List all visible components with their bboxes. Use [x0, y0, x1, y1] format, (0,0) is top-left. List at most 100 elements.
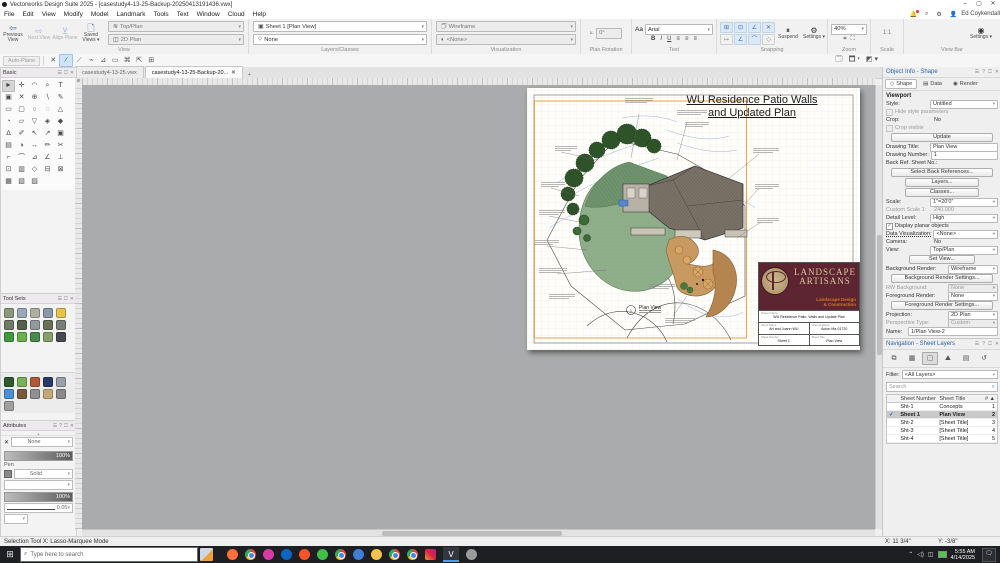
menu-item-edit[interactable]: Edit — [18, 11, 37, 18]
taskbar-icon-chrome-3[interactable] — [407, 549, 418, 560]
basic-tool-icon-27[interactable]: ↔ — [28, 140, 41, 152]
drawing-number-input[interactable]: 1 — [931, 151, 998, 160]
fit-page-icon[interactable]: ⛶ — [851, 36, 855, 43]
view-dropdown[interactable]: Top/Plan▾ — [930, 246, 998, 255]
basic-tool-icon-8[interactable]: ∖ — [41, 92, 54, 104]
select-back-references-button[interactable]: Select Back References... — [891, 168, 993, 177]
object-info-header[interactable]: Object Info - Shape ☰?⏍✕ — [883, 67, 1000, 78]
active-class-dropdown[interactable]: ⬦None▾ — [253, 34, 427, 45]
tool-set-icon-7[interactable] — [28, 318, 41, 330]
taskbar-icon-chrome-profile[interactable] — [335, 549, 346, 560]
tool-set-extra-icon-5[interactable] — [2, 387, 15, 399]
basic-tool-icon-15[interactable]: ◔ — [2, 116, 15, 128]
taskbar-icon-vectorworks[interactable]: V — [443, 547, 459, 562]
basic-tool-icon-2[interactable]: ◠ — [28, 80, 41, 92]
font-dropdown[interactable]: Arial▾ — [645, 24, 713, 35]
basic-tool-icon-6[interactable]: ✕ — [15, 92, 28, 104]
classes-button[interactable]: Classes... — [905, 188, 979, 197]
basic-tool-icon-12[interactable]: ○ — [28, 104, 41, 116]
crop-visible-checkbox[interactable] — [886, 125, 893, 132]
taskbar-icon-outlook[interactable] — [281, 549, 292, 560]
fill-opacity-slider[interactable]: 100% — [4, 451, 73, 461]
basic-tool-icon-33[interactable]: ∠ — [41, 152, 54, 164]
basic-tool-icon-13[interactable]: ◌ — [41, 104, 54, 116]
layers-button[interactable]: Layers... — [905, 178, 979, 187]
tool-set-icon-1[interactable] — [15, 306, 28, 318]
taskbar-icon-calculator[interactable] — [353, 549, 364, 560]
italic-button[interactable]: I — [660, 36, 662, 42]
basic-tool-icon-34[interactable]: ⊥ — [54, 152, 67, 164]
tool-set-icon-13[interactable] — [41, 330, 54, 342]
mode-icon-8[interactable]: ⊞ — [145, 55, 157, 66]
snapping-settings-button[interactable]: ⚙Settings ▾ — [801, 26, 827, 40]
tool-set-icon-12[interactable] — [28, 330, 41, 342]
drawing-canvas[interactable]: 1 Plan View WU Residence Patio Walls and… — [82, 85, 875, 529]
taskbar-icon-photos-app[interactable] — [263, 549, 274, 560]
basic-tool-icon-26[interactable]: ◑ — [15, 140, 28, 152]
snap-toggle-0[interactable]: ⊞ — [720, 22, 733, 33]
notification-center-icon[interactable]: 🗨 — [982, 548, 996, 562]
plan-rotation-input[interactable]: 0° — [596, 28, 622, 39]
close-icon[interactable]: ✕ — [995, 69, 999, 75]
pin-icon[interactable]: ⏍ — [988, 69, 992, 75]
menu-item-landmark[interactable]: Landmark — [113, 11, 150, 18]
tool-set-icon-6[interactable] — [15, 318, 28, 330]
basic-tool-icon-35[interactable]: ⊡ — [2, 164, 15, 176]
data-visualization-dropdown[interactable]: ◐<None>▾ — [436, 34, 576, 45]
sheet-layer-row-4[interactable]: Sht-4[Sheet Title]5 — [887, 435, 997, 443]
mode-icon-2[interactable]: ⟋ — [73, 55, 85, 66]
help-icon[interactable]: ? — [982, 341, 985, 347]
search-highlight-image[interactable] — [200, 548, 213, 561]
taskbar-icon-todo-check[interactable] — [317, 549, 328, 560]
network-icon[interactable]: ◫ — [928, 551, 934, 558]
help-icon[interactable]: ? — [982, 69, 985, 75]
no-fill-icon[interactable]: ✕ — [4, 439, 9, 446]
suspend-snapping-button[interactable]: ⏸Suspend — [775, 26, 801, 40]
plan-mode-dropdown[interactable]: ◫2D Plan▾ — [108, 34, 244, 45]
mode-icon-7[interactable]: ⇱ — [133, 55, 145, 66]
volume-icon[interactable]: ◁) — [917, 551, 924, 558]
document-tab-1[interactable]: casestudy4-13-25-Backup-20...✕ — [145, 66, 243, 78]
basic-tool-icon-20[interactable]: ∆ — [2, 128, 15, 140]
pen-style-dropdown[interactable]: Solid▾ — [14, 469, 73, 479]
align-right-icon[interactable]: ≡ — [693, 36, 697, 42]
taskbar-icon-instagram[interactable] — [425, 549, 436, 560]
tool-set-extra-icon-9[interactable] — [54, 387, 67, 399]
tool-set-extra-icon-2[interactable] — [28, 375, 41, 387]
visibility-toggle-icon[interactable]: 🗔 — [835, 55, 843, 66]
sheet-search-input[interactable]: Search⌕ — [886, 382, 998, 392]
taskbar-icon-brave[interactable] — [299, 549, 310, 560]
basic-tool-icon-18[interactable]: ◈ — [41, 116, 54, 128]
basic-tool-icon-38[interactable]: ⊟ — [41, 164, 54, 176]
basic-tool-icon-10[interactable]: ▭ — [2, 104, 15, 116]
basic-tool-icon-4[interactable]: T — [54, 80, 67, 92]
sheet-layer-row-1[interactable]: ✓Sheet 1Plan View2 — [887, 411, 997, 419]
basic-tool-icon-1[interactable]: ✛ — [15, 80, 28, 92]
pin-icon[interactable]: ⏍ — [64, 423, 68, 429]
zoom-level-dropdown[interactable]: 40%▾ — [831, 24, 867, 35]
active-layer-dropdown[interactable]: ▣Sheet 1 [Plan View]▾ — [253, 21, 427, 32]
navigation-tool-icon-4[interactable]: ▤ — [958, 352, 974, 365]
mode-icon-6[interactable]: ⌘ — [121, 55, 133, 66]
tool-set-icon-3[interactable] — [41, 306, 54, 318]
battery-icon[interactable] — [938, 551, 947, 558]
close-icon[interactable]: ✕ — [70, 423, 74, 429]
snap-toggle-3[interactable]: ✕ — [762, 22, 775, 33]
taskbar-icon-chrome[interactable] — [245, 549, 256, 560]
align-left-icon[interactable]: ≡ — [676, 36, 680, 42]
menu-item-view[interactable]: View — [38, 11, 60, 18]
fit-objects-icon[interactable]: ⌗ — [843, 36, 846, 43]
menu-item-cloud[interactable]: Cloud — [224, 11, 249, 18]
basic-tool-icon-14[interactable]: △ — [54, 104, 67, 116]
mode-icon-3[interactable]: ⌁ — [85, 55, 97, 66]
tool-set-extra-icon-7[interactable] — [28, 387, 41, 399]
taskbar-search-input[interactable]: ⌕ Type here to search — [20, 547, 198, 562]
background-render-dropdown[interactable]: Wireframe▾ — [948, 265, 998, 274]
sheet-layer-row-3[interactable]: Sht-3[Sheet Title]4 — [887, 427, 997, 435]
set-view-button[interactable]: Set View... — [909, 255, 975, 264]
close-tab-icon[interactable]: ✕ — [231, 70, 236, 76]
minimize-button[interactable]: – — [958, 0, 972, 9]
basic-tool-icon-24[interactable]: ▣ — [54, 128, 67, 140]
basic-tool-icon-41[interactable]: ▧ — [15, 176, 28, 188]
snap-toggle-1[interactable]: ⊡ — [734, 22, 747, 33]
